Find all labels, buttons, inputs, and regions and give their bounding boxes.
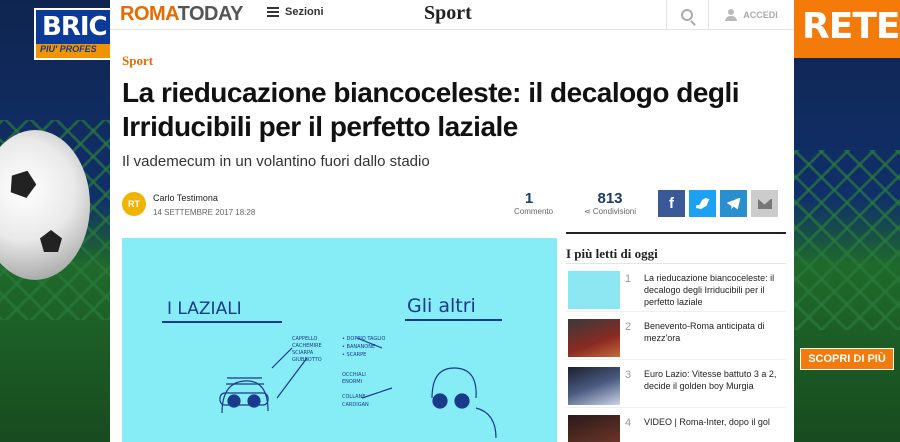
logo-roma: ROMA [120,3,178,25]
login-label: ACCEDI [743,10,778,20]
article-title: La rieducazione biancoceleste: il decalo… [122,77,740,142]
most-read-item[interactable]: 3 Euro Lazio: Vitesse battuto 3 a 2, dec… [566,360,786,408]
goal-net-graphic-right [794,150,900,330]
comments-counter[interactable]: 1 Commento [514,190,554,216]
most-read-rank: 1 [625,273,632,285]
most-read-item[interactable]: 1 La rieducazione biancoceleste: il deca… [566,264,786,312]
scopri-di-piu-button[interactable]: SCOPRI DI PIÙ [800,348,894,370]
most-read-rank: 3 [625,369,632,381]
shares-label: ⋖ Condivisioni [583,207,637,216]
svg-text:GIUBBOTTO: GIUBBOTTO [292,357,322,363]
logo-today: TODAY [177,3,244,25]
mail-icon [757,198,772,209]
flyer-right-heading: Gli altri [407,295,476,317]
svg-text:ENORMI: ENORMI [342,379,362,385]
most-read-title: I più letti di oggi [566,232,786,264]
telegram-icon [726,197,741,210]
flyer-left-heading: I LAZIALI [167,299,242,319]
most-read-thumbnail[interactable] [568,319,620,357]
svg-text:CAPPELLO: CAPPELLO [292,336,317,342]
twitter-share-button[interactable] [689,190,716,217]
shares-counter: 813 ⋖ Condivisioni [580,190,640,216]
user-icon [725,9,738,21]
most-read-link[interactable]: Euro Lazio: Vitesse battuto 3 a 2, decid… [644,368,784,392]
most-read-item[interactable]: 4 VIDEO | Roma-Inter, dopo il gol [566,408,786,442]
site-header: ROMATODAY Sezioni Sport ACCEDI [110,0,794,30]
most-read-link[interactable]: VIDEO | Roma-Inter, dopo il gol [644,416,784,428]
most-read-thumbnail[interactable] [568,271,620,309]
most-read-rank: 4 [625,417,632,429]
rete-ad-logo[interactable]: RETE [794,0,900,58]
twitter-icon [695,198,710,209]
shares-label-text: Condivisioni [592,207,637,216]
author-avatar[interactable]: RT [122,192,146,216]
most-read-link[interactable]: La rieducazione biancoceleste: il decalo… [644,272,784,308]
section-title[interactable]: Sport [424,2,472,25]
svg-text:CARDIGAN: CARDIGAN [342,402,369,408]
right-ad-skin[interactable]: RETE SCOPRI DI PIÙ [794,0,900,442]
facebook-icon: f [669,195,674,212]
author-name[interactable]: Carlo Testimona [153,193,218,203]
most-read-sidebar: I più letti di oggi 1 La rieducazione bi… [566,232,786,442]
sezioni-menu-button[interactable]: Sezioni [267,6,324,18]
most-read-link[interactable]: Benevento-Roma anticipata di mezz'ora [644,320,784,344]
brico-ad-tagline: PIU' PROFES [36,44,110,58]
article-main-image[interactable]: I LAZIALI Gli altri CAPPELLO CACHEMIRE S… [122,238,557,442]
article-subtitle: Il vademecum in un volantino fuori dallo… [122,153,430,170]
site-logo[interactable]: ROMATODAY [120,3,243,26]
most-read-thumbnail[interactable] [568,367,620,405]
rete-ad-brand: RETE [802,6,900,47]
sezioni-label: Sezioni [285,6,324,18]
article-category-link[interactable]: Sport [122,53,153,69]
svg-text:• SCARPE: • SCARPE [342,352,366,358]
left-ad-skin[interactable]: BRIC PIU' PROFES [0,0,110,442]
telegram-share-button[interactable] [720,190,747,217]
comments-label: Commento [514,207,554,216]
comments-count: 1 [524,190,534,207]
most-read-item[interactable]: 2 Benevento-Roma anticipata di mezz'ora [566,312,786,360]
svg-text:COLLANE: COLLANE [342,394,365,400]
svg-text:• BANANONE: • BANANONE [342,344,375,350]
svg-text:SCIARPA: SCIARPA [292,350,314,356]
email-share-button[interactable] [751,190,778,217]
publish-date: 14 settembre 2017 18:28 [153,208,256,217]
article-page: ROMATODAY Sezioni Sport ACCEDI Sport La … [110,0,794,442]
login-button[interactable]: ACCEDI [708,0,794,30]
facebook-share-button[interactable]: f [658,190,685,217]
search-icon [680,9,693,21]
svg-text:CACHEMIRE: CACHEMIRE [292,343,322,349]
flyer-illustration: I LAZIALI Gli altri CAPPELLO CACHEMIRE S… [122,238,557,442]
most-read-thumbnail[interactable] [568,415,620,442]
hamburger-icon [267,7,279,17]
brico-ad-brand: BRIC [42,12,108,42]
brico-ad-logo[interactable]: BRIC PIU' PROFES [34,8,110,60]
most-read-rank: 2 [625,321,632,333]
svg-text:OCCHIALI: OCCHIALI [342,372,366,378]
search-button[interactable] [666,0,706,30]
shares-count: 813 [597,190,623,207]
svg-text:• DOPPIO TAGLIO: • DOPPIO TAGLIO [342,336,385,342]
